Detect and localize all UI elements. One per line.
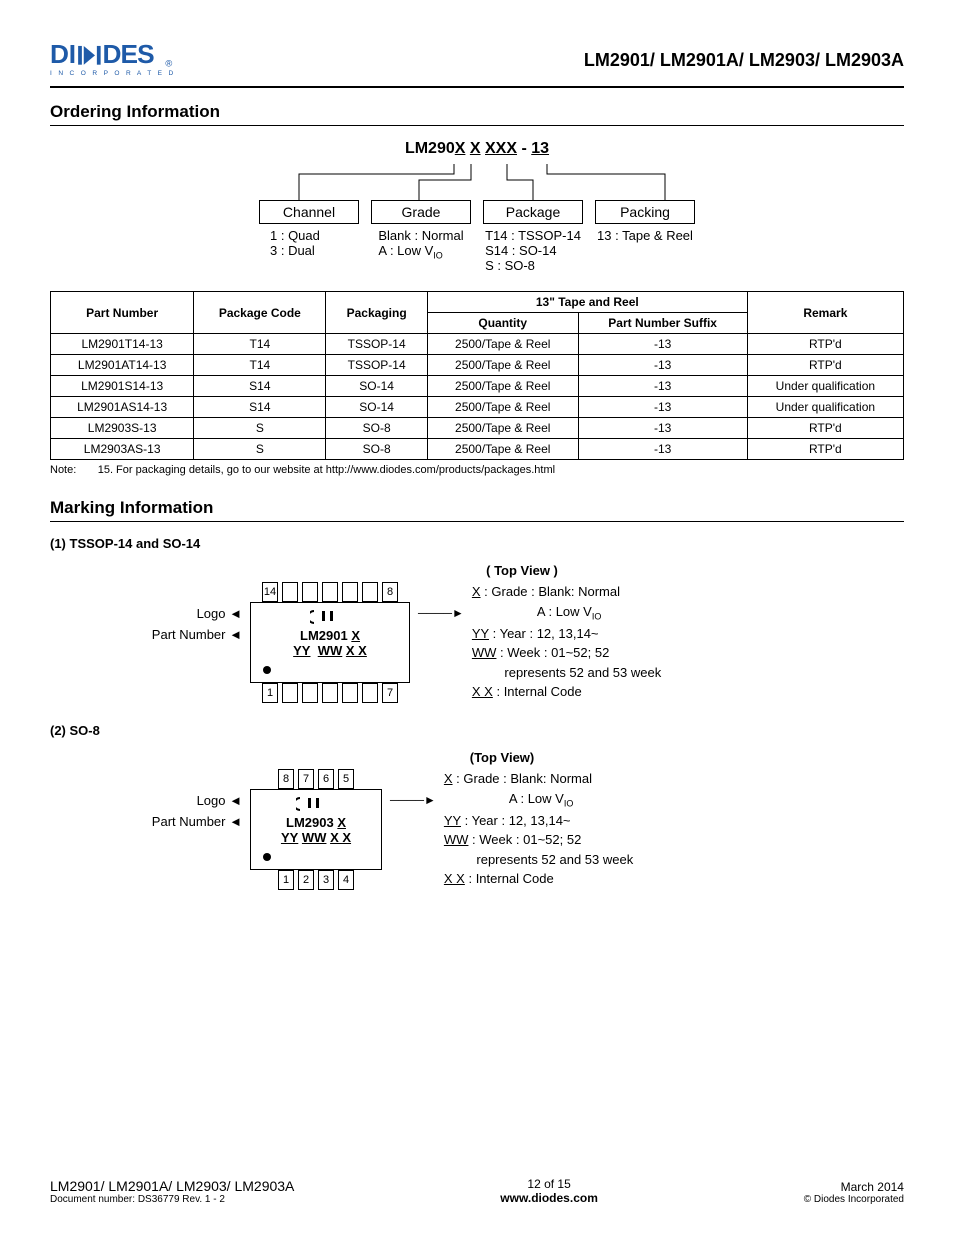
header-title: LM2901/ LM2901A/ LM2903/ LM2903A (584, 50, 904, 71)
logo-mark-icon (310, 609, 350, 625)
label-partnumber: Part Number ◄ (137, 625, 242, 646)
label-partnumber: Part Number ◄ (137, 812, 242, 833)
arrow-left-icon: ◄ (229, 814, 242, 829)
label-logo: Logo ◄ (137, 791, 242, 812)
section-marking: Marking Information (50, 498, 904, 522)
pn-box: Package (483, 200, 583, 224)
diodes-logo: D I DES ® I N C O R P O R A T E D (50, 40, 200, 80)
diagram-lines-icon (217, 164, 737, 200)
svg-text:I N C O R P O R A T E D: I N C O R P O R A T E D (50, 70, 176, 77)
marking-1-title: (1) TSSOP-14 and SO-14 (50, 536, 904, 551)
footer: LM2901/ LM2901A/ LM2903/ LM2903ADocument… (50, 1176, 904, 1205)
table-row: LM2901T14-13T14TSSOP-142500/Tape & Reel-… (51, 334, 904, 355)
legend-1: X : Grade : Blank: Normal A : Low VIOYY … (472, 582, 661, 702)
legend-2: X : Grade : Blank: Normal A : Low VIOYY … (444, 769, 633, 889)
arrow-right-icon: ────► (390, 793, 436, 807)
table-row: LM2903S-13SSO-82500/Tape & Reel-13RTP'd (51, 418, 904, 439)
table-row: LM2901AS14-13S14SO-142500/Tape & Reel-13… (51, 397, 904, 418)
svg-text:D: D (50, 40, 68, 69)
section-ordering: Ordering Information (50, 102, 904, 126)
arrow-right-icon: ────► (418, 606, 464, 620)
svg-text:®: ® (165, 59, 172, 69)
part-number-diagram: LM290X X XXX - 13 Channel1 : Quad3 : Dua… (197, 140, 757, 273)
pn-box: Packing (595, 200, 695, 224)
svg-text:DES: DES (103, 40, 155, 69)
arrow-left-icon: ◄ (229, 606, 242, 621)
table-row: LM2903AS-13SSO-82500/Tape & Reel-13RTP'd (51, 439, 904, 460)
marking-1-figure: ( Top View ) Logo ◄ Part Number ◄ 148 LM… (137, 563, 817, 703)
ordering-table: Part Number Package Code Packaging 13" T… (50, 291, 904, 460)
page-header: D I DES ® I N C O R P O R A T E D LM2901… (50, 40, 904, 88)
note: Note: 15. For packaging details, go to o… (50, 464, 904, 476)
marking-2-figure: (Top View) Logo ◄ Part Number ◄ 8765 LM2… (137, 750, 817, 890)
svg-text:I: I (69, 40, 75, 69)
pn-box: Channel (259, 200, 359, 224)
pn-box: Grade (371, 200, 471, 224)
label-logo: Logo ◄ (137, 604, 242, 625)
arrow-left-icon: ◄ (229, 627, 242, 642)
table-row: LM2901S14-13S14SO-142500/Tape & Reel-13U… (51, 376, 904, 397)
logo-mark-icon (296, 796, 336, 812)
pin1-dot-icon (263, 666, 271, 674)
marking-2-title: (2) SO-8 (50, 723, 904, 738)
arrow-left-icon: ◄ (229, 793, 242, 808)
pin1-dot-icon (263, 853, 271, 861)
table-row: LM2901AT14-13T14TSSOP-142500/Tape & Reel… (51, 355, 904, 376)
